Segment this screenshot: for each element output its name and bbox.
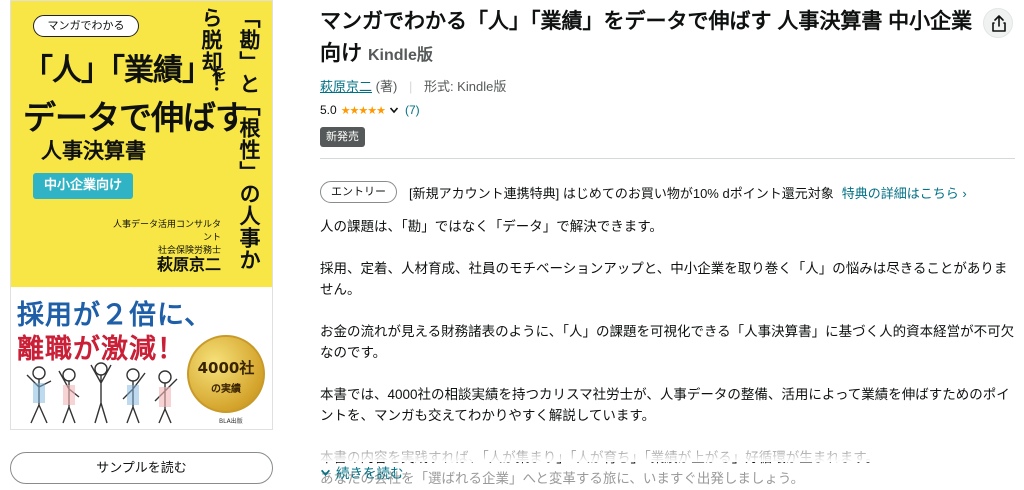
description-paragraph: 人の課題は、「勘」ではなく「データ」で解決できます。 (320, 219, 663, 234)
read-sample-button[interactable]: サンプルを読む (10, 452, 273, 484)
cover-vertical-text: 「勘」と「根性」の人事から脱却！ (199, 7, 261, 271)
description-fade-overlay (320, 440, 1020, 462)
rating-summary[interactable]: 5.0 ★★★★★ (7) (320, 103, 420, 117)
byline-separator: | (408, 79, 413, 94)
product-title: マンガでわかる「人」「業績」をデータで伸ばす 人事決算書 中小企業向け Kindl… (320, 10, 973, 65)
promotion-details-link[interactable]: 特典の詳細はこちら › (842, 183, 967, 202)
read-more-link[interactable]: 続きを読む (320, 462, 404, 482)
description-paragraph: お金の流れが見える財務諸表のように、「人」の課題を可視化できる「人事決算書」に基… (320, 324, 1015, 360)
read-more-label: 続きを読む (336, 466, 404, 481)
cover-people-illustration (26, 362, 178, 424)
book-cover[interactable]: マンガでわかる 「人」「業績」を データで伸ばす 人事決算書 中小企業向け 「勘… (10, 0, 273, 430)
description-paragraph: 本書では、4000社の相談実績を持つカリスマ社労士が、人事データの整備、活用によ… (320, 387, 1010, 423)
byline: 萩原京二 (著) | 形式: Kindle版 (320, 76, 506, 95)
cover-title-line3: 人事決算書 (41, 139, 146, 163)
description-paragraph: 採用、定着、人材育成、社員のモチベーションアップと、中小企業を取り巻く「人」の悩… (320, 261, 1008, 297)
product-format-label: Kindle版 (368, 47, 433, 64)
author-link[interactable]: 萩原京二 (320, 79, 372, 94)
chevron-down-icon (320, 469, 331, 476)
cover-author-name: 萩原京二 (156, 255, 221, 274)
cover-publisher: BLA出版 (219, 418, 243, 425)
cover-sme-label: 中小企業向け (33, 173, 133, 199)
rating-count-link[interactable]: (7) (405, 103, 420, 117)
new-release-badge: 新発売 (320, 127, 365, 147)
rating-value: 5.0 (320, 103, 337, 117)
share-icon (992, 15, 1006, 32)
cover-title-line2: データで伸ばす (23, 98, 248, 137)
share-button[interactable] (983, 8, 1013, 38)
author-role: (著) (375, 79, 398, 94)
format-info: 形式: Kindle版 (423, 79, 507, 94)
section-divider (320, 158, 1015, 159)
promotion-text: [新規アカウント連携特典] はじめてのお買い物が10% dポイント還元対象 (409, 185, 834, 201)
star-rating-icon[interactable]: ★★★★★ (341, 104, 386, 117)
entry-button[interactable]: エントリー (320, 181, 397, 203)
promotion-row: エントリー [新規アカウント連携特典] はじめてのお買い物が10% dポイント還… (320, 181, 967, 203)
cover-tag: マンガでわかる (33, 15, 139, 37)
cover-achievement-seal: 4000社 の実績 (187, 335, 265, 413)
chevron-down-icon[interactable] (389, 105, 399, 115)
description-paragraph-faded: あなたの会社を「選ばれる企業」へと変革する旅に、いますぐ出発しましょう。 (320, 471, 805, 486)
